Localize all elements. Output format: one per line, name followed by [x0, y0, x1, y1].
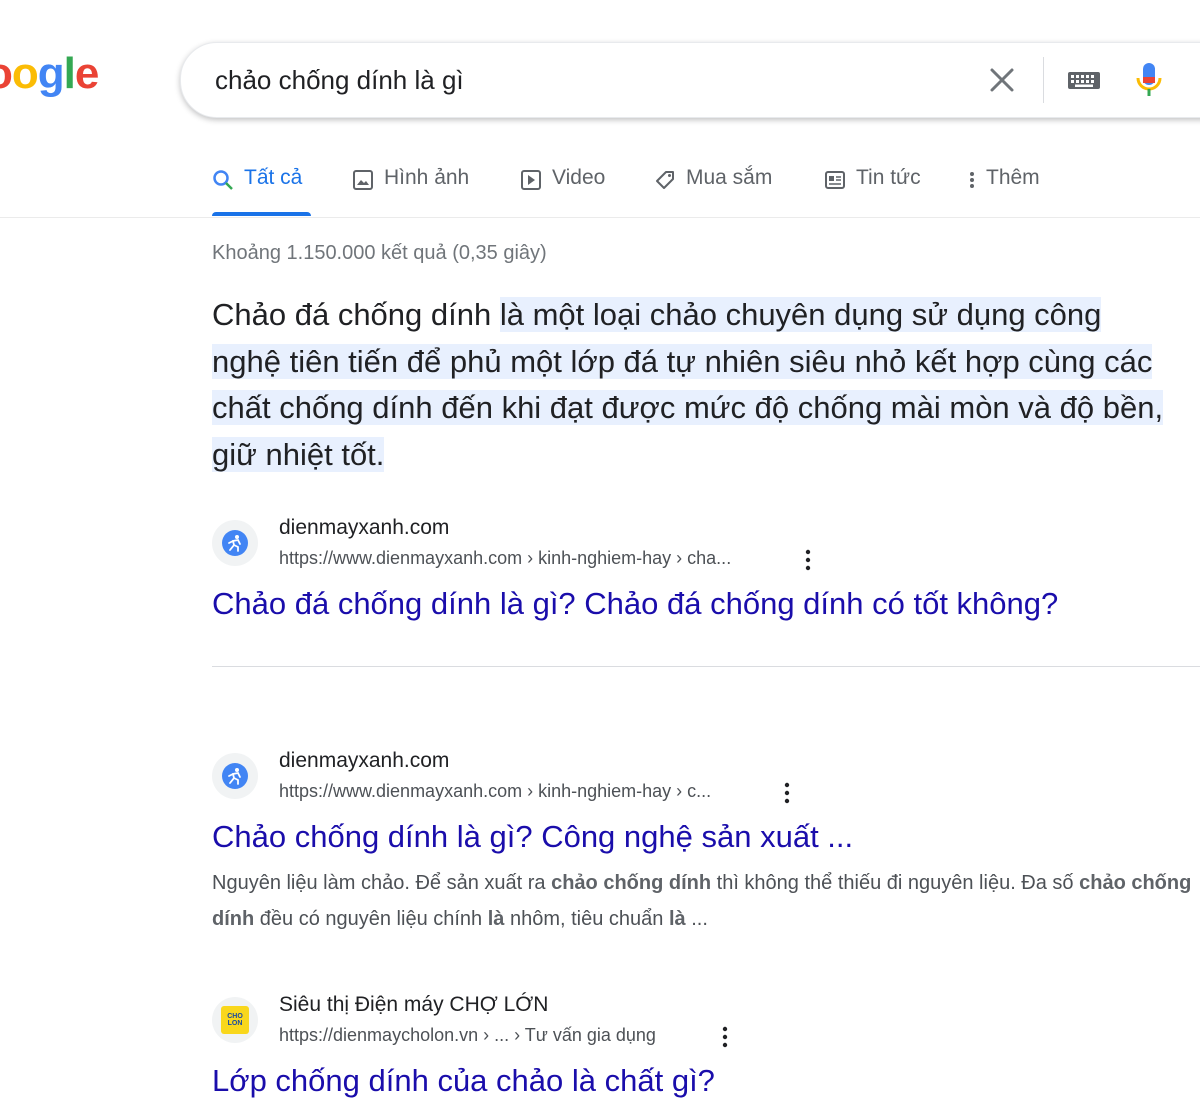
search-separator — [1043, 57, 1044, 103]
runner-icon — [228, 768, 241, 785]
site-favicon — [212, 520, 258, 566]
desc-bold: là — [487, 908, 505, 930]
desc-text: thì không thể thiếu đi nguyên liệu. Đa s… — [711, 872, 1080, 894]
result-description: Nguyên liệu làm chảo. Để sản xuất ra chả… — [212, 865, 1200, 937]
tag-icon — [656, 171, 674, 189]
site-name[interactable]: Siêu thị Điện máy CHỢ LỚN — [279, 993, 548, 1017]
result-title-link[interactable]: Chảo đá chống dính là gì? Chảo đá chống … — [212, 586, 1058, 622]
favicon-logo-text: CHO LON — [227, 1013, 243, 1027]
tab-all[interactable]: Tất cả — [212, 166, 302, 216]
more-options-icon[interactable] — [720, 1024, 730, 1050]
more-options-icon[interactable] — [803, 547, 813, 573]
desc-bold: chảo chống dính — [551, 872, 712, 894]
desc-text: đều có nguyên liệu chính — [254, 908, 488, 930]
site-favicon: CHO LON — [212, 997, 258, 1043]
snippet-lead: Chảo đá chống dính — [212, 297, 500, 332]
tab-label: Hình ảnh — [384, 166, 470, 189]
site-name[interactable]: dienmayxanh.com — [279, 516, 449, 540]
site-url[interactable]: https://www.dienmayxanh.com › kinh-nghie… — [279, 548, 731, 569]
tab-label: Tất cả — [244, 166, 303, 189]
tab-label: Mua sắm — [686, 166, 773, 189]
site-url[interactable]: https://dienmaycholon.vn › ... › Tư vấn … — [279, 1025, 656, 1046]
more-vertical-icon — [970, 172, 974, 188]
desc-text: ... — [685, 908, 708, 930]
microphone-icon[interactable] — [1135, 61, 1163, 99]
tab-label: Video — [552, 166, 606, 189]
desc-text: Nguyên liệu làm chảo. Để sản xuất ra — [212, 872, 552, 894]
keyboard-icon[interactable] — [1067, 69, 1101, 91]
site-url[interactable]: https://www.dienmayxanh.com › kinh-nghie… — [279, 781, 711, 802]
tabs-divider — [0, 217, 1200, 218]
result-stats: Khoảng 1.150.000 kết quả (0,35 giây) — [212, 242, 547, 264]
result-divider — [212, 666, 1200, 667]
tab-images[interactable]: Hình ảnh — [352, 166, 469, 216]
search-box[interactable]: chảo chống dính là gì — [180, 42, 1200, 118]
image-icon — [353, 170, 373, 190]
active-tab-indicator — [212, 212, 311, 216]
tab-video[interactable]: Video — [520, 166, 605, 216]
result-title-link[interactable]: Chảo chống dính là gì? Công nghệ sản xuấ… — [212, 819, 853, 855]
featured-snippet: Chảo đá chống dính là một loại chảo chuy… — [212, 292, 1172, 478]
google-logo[interactable]: oogle — [0, 52, 99, 96]
desc-bold: là — [668, 908, 686, 930]
site-favicon — [212, 753, 258, 799]
desc-text: nhôm, tiêu chuẩn — [504, 908, 669, 930]
search-icon — [213, 170, 233, 190]
tab-label: Tin tức — [856, 166, 921, 189]
site-name[interactable]: dienmayxanh.com — [279, 749, 449, 773]
tab-label: Thêm — [986, 166, 1040, 189]
more-options-icon[interactable] — [782, 780, 792, 806]
runner-icon — [228, 535, 241, 552]
tab-more[interactable]: Thêm — [968, 166, 1040, 216]
play-icon — [521, 170, 541, 190]
clear-icon[interactable] — [987, 65, 1017, 95]
search-input[interactable]: chảo chống dính là gì — [215, 65, 464, 96]
result-title-link[interactable]: Lớp chống dính của chảo là chất gì? — [212, 1063, 715, 1099]
tab-shopping[interactable]: Mua sắm — [654, 166, 772, 216]
tab-news[interactable]: Tin tức — [824, 166, 921, 216]
news-icon — [825, 171, 845, 189]
